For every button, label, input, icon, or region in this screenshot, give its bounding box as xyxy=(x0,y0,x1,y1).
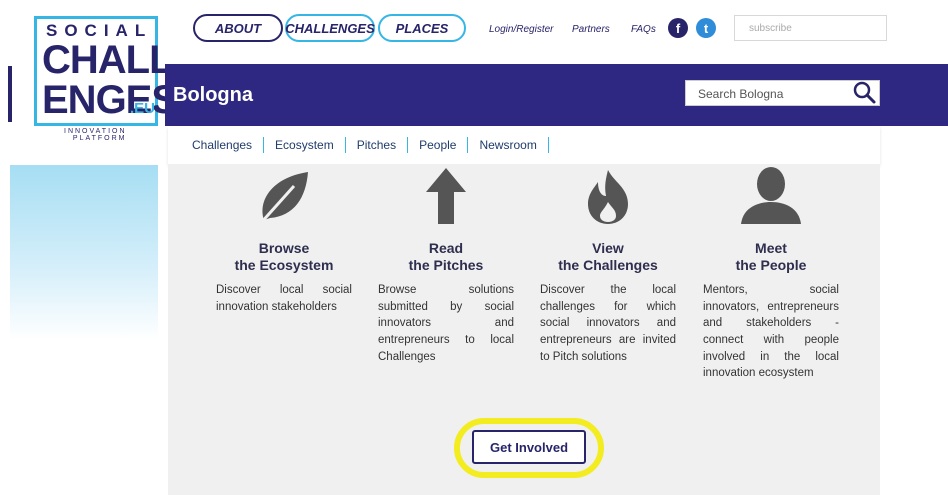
feature-title-line1: View xyxy=(592,240,624,256)
feature-title-line1: Read xyxy=(428,240,464,256)
features-panel: Browse the Ecosystem Discover local soci… xyxy=(168,164,880,495)
nav-divider xyxy=(263,137,265,153)
logo-suffix: .EU xyxy=(130,100,156,117)
feature-description: Discover the local challenges for which … xyxy=(540,284,676,363)
logo-tagline-2: PLATFORM xyxy=(72,135,127,143)
city-header-bar: Bologna Search Bologna xyxy=(165,64,948,126)
feature-description: Discover local social innovation stakeho… xyxy=(216,284,352,313)
facebook-icon[interactable]: f xyxy=(668,18,688,38)
page-title: Bologna xyxy=(173,84,253,106)
login-register-link[interactable]: Login/Register xyxy=(489,24,553,35)
logo-tagline-1: INNOVATION xyxy=(64,128,127,135)
nav-about-button[interactable]: ABOUT xyxy=(193,14,283,42)
section-nav: Challenges Ecosystem Pitches People News… xyxy=(168,126,880,164)
get-involved-button[interactable]: Get Involved xyxy=(472,430,586,464)
logo-side-bar xyxy=(8,66,12,122)
feature-title-line2: the Challenges xyxy=(558,256,658,273)
logo-line-3: ENGES xyxy=(42,78,178,122)
section-nav-challenges[interactable]: Challenges xyxy=(192,138,252,152)
feature-title-line1: Browse xyxy=(258,240,310,256)
section-nav-pitches[interactable]: Pitches xyxy=(357,138,396,152)
logo-line-2: CHALL xyxy=(42,38,174,82)
get-involved-area: Get Involved xyxy=(454,416,604,478)
logo-line-1: SOCIAL xyxy=(46,21,153,40)
nav-divider xyxy=(467,137,469,153)
partners-link[interactable]: Partners xyxy=(572,24,610,35)
logo-tagline: INNOVATION PLATFORM xyxy=(64,128,127,143)
nav-challenges-button[interactable]: CHALLENGES xyxy=(285,14,375,42)
leaf-icon xyxy=(246,164,322,226)
search-icon[interactable] xyxy=(851,79,877,105)
feature-title-line1: Meet xyxy=(755,240,787,256)
nav-divider xyxy=(547,137,549,153)
feature-description: Browse solutions submitted by social inn… xyxy=(378,284,514,363)
twitter-icon[interactable]: t xyxy=(696,18,716,38)
feature-title: Meet the People xyxy=(703,240,839,274)
nav-divider xyxy=(344,137,346,153)
section-nav-newsroom[interactable]: Newsroom xyxy=(479,138,536,152)
person-icon xyxy=(733,164,809,226)
arrow-up-icon xyxy=(408,164,484,226)
flame-icon xyxy=(570,164,646,226)
site-logo[interactable]: SOCIAL CHALL ENGES .EU INNOVATION PLATFO… xyxy=(32,14,178,143)
feature-title: View the Challenges xyxy=(540,240,676,274)
feature-title-line2: the Ecosystem xyxy=(234,256,334,273)
feature-description: Mentors, social innovators, entrepreneur… xyxy=(703,284,839,380)
nav-places-button[interactable]: PLACES xyxy=(378,14,466,42)
search-input[interactable]: Search Bologna xyxy=(685,80,880,106)
sky-background xyxy=(10,165,158,340)
search-placeholder: Search Bologna xyxy=(698,87,784,101)
subscribe-input[interactable]: subscribe xyxy=(734,15,887,41)
section-nav-people[interactable]: People xyxy=(419,138,456,152)
feature-title: Read the Pitches xyxy=(378,240,514,274)
section-nav-ecosystem[interactable]: Ecosystem xyxy=(275,138,334,152)
faqs-link[interactable]: FAQs xyxy=(631,24,656,35)
feature-title-line2: the People xyxy=(735,256,807,273)
nav-divider xyxy=(407,137,409,153)
feature-title: Browse the Ecosystem xyxy=(216,240,352,274)
feature-title-line2: the Pitches xyxy=(408,256,484,273)
